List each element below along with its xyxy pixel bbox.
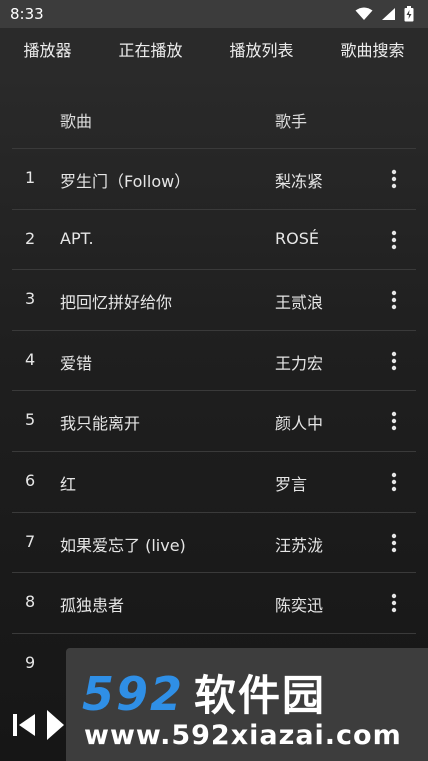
song-number: 3 xyxy=(25,289,36,309)
song-title: 罗生门（Follow） xyxy=(60,172,191,191)
song-artist: ROSÉ xyxy=(275,228,319,248)
song-row-1[interactable]: 1 罗生门（Follow） 梨冻紧 xyxy=(12,148,416,209)
more-vert-icon[interactable] xyxy=(388,409,400,433)
header-song: 歌曲 xyxy=(60,112,93,131)
watermark-banner: 592 软件园 www.592xiazai.com xyxy=(66,648,428,761)
song-number: 2 xyxy=(25,228,36,248)
battery-icon xyxy=(404,6,414,22)
song-number: 4 xyxy=(25,349,36,369)
song-row-6[interactable]: 6 红 罗言 xyxy=(12,450,416,512)
song-title: 把回忆拼好给你 xyxy=(60,293,173,313)
skip-previous-icon[interactable] xyxy=(12,712,36,738)
status-time: 8:33 xyxy=(10,5,44,23)
song-artist: 梨冻紧 xyxy=(275,172,324,191)
more-vert-icon[interactable] xyxy=(388,470,400,494)
song-artist: 颜人中 xyxy=(275,414,324,434)
song-title: 爱错 xyxy=(60,353,93,373)
song-artist: 罗言 xyxy=(275,474,308,494)
watermark-url: www.592xiazai.com xyxy=(84,720,402,751)
table-header: 歌曲 歌手 xyxy=(0,70,428,148)
song-list: 1 罗生门（Follow） 梨冻紧 2 APT. ROSÉ 3 把回忆拼好给你 … xyxy=(0,148,428,693)
song-number: 5 xyxy=(25,410,36,430)
song-number: 7 xyxy=(25,531,36,551)
song-title: 孤独患者 xyxy=(60,596,125,616)
song-artist: 陈奕迅 xyxy=(275,596,324,616)
song-artist: 汪苏泷 xyxy=(275,535,324,555)
signal-icon xyxy=(382,8,395,20)
more-vert-icon[interactable] xyxy=(388,228,400,252)
more-vert-icon[interactable] xyxy=(388,167,400,191)
top-tabs: 播放器 正在播放 播放列表 歌曲搜索 xyxy=(0,28,428,70)
song-artist: 王贰浪 xyxy=(275,293,324,313)
tab-player[interactable]: 播放器 xyxy=(19,31,75,67)
wifi-icon xyxy=(355,7,373,20)
watermark-logo-number: 592 xyxy=(82,667,185,721)
song-title: 我只能离开 xyxy=(60,414,141,434)
more-vert-icon[interactable] xyxy=(388,349,400,373)
song-title: APT. xyxy=(60,228,94,248)
tab-now-playing[interactable]: 正在播放 xyxy=(114,31,186,67)
header-artist: 歌手 xyxy=(275,112,308,131)
song-row-2[interactable]: 2 APT. ROSÉ xyxy=(12,208,416,270)
song-number: 6 xyxy=(25,470,36,490)
song-number: 8 xyxy=(25,592,36,612)
player-controls xyxy=(0,700,70,750)
more-vert-icon[interactable] xyxy=(388,531,400,555)
status-icons xyxy=(355,6,414,22)
tab-song-search[interactable]: 歌曲搜索 xyxy=(336,31,408,67)
song-title: 如果爱忘了 (live) xyxy=(60,535,186,555)
status-bar: 8:33 xyxy=(0,0,428,28)
watermark-logo: 592 软件园 xyxy=(82,662,326,723)
song-title: 红 xyxy=(60,474,77,494)
song-number: 1 xyxy=(25,168,36,187)
song-row-3[interactable]: 3 把回忆拼好给你 王贰浪 xyxy=(12,269,416,330)
play-icon[interactable] xyxy=(46,709,64,741)
song-row-4[interactable]: 4 爱错 王力宏 xyxy=(12,329,416,391)
song-number: 9 xyxy=(25,652,36,672)
song-row-7[interactable]: 7 如果爱忘了 (live) 汪苏泷 xyxy=(12,511,416,573)
watermark-logo-text: 软件园 xyxy=(194,671,327,720)
tab-playlist[interactable]: 播放列表 xyxy=(225,31,297,67)
more-vert-icon[interactable] xyxy=(388,288,400,312)
song-row-5[interactable]: 5 我只能离开 颜人中 xyxy=(12,390,416,451)
more-vert-icon[interactable] xyxy=(388,591,400,615)
song-row-8[interactable]: 8 孤独患者 陈奕迅 xyxy=(12,572,416,633)
song-artist: 王力宏 xyxy=(275,353,324,373)
